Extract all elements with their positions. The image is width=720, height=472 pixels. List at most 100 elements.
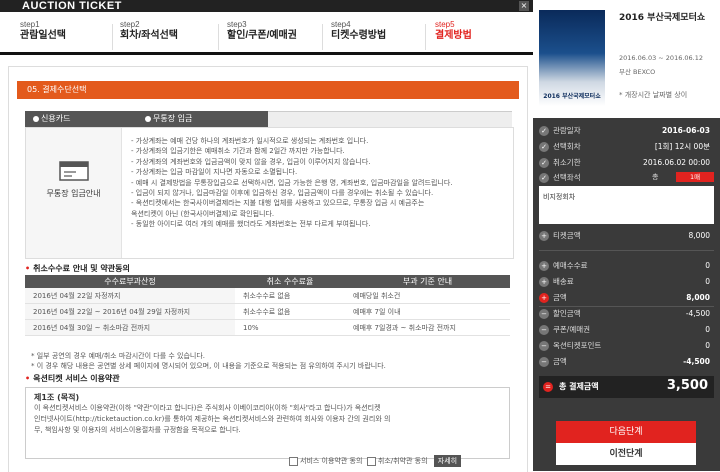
terms-section-label: 옥션티켓 서비스 이용약관 [33,374,120,383]
service-terms-label: 서비스 이용약관 동의 [300,457,363,465]
minus-icon: − [539,357,549,367]
amount-key: 금액 [553,293,567,302]
table-row: 2016년 04월 30일 ~ 취소마감 전까지 10% 예매후 7일경과 ~ … [25,319,510,336]
next-step-button[interactable]: 다음단계 [556,421,696,443]
fee-notes: * 일부 공연의 경우 예매/취소 마감시간이 다를 수 있습니다. * 이 경… [31,351,511,371]
total-value: 3,500 [666,378,708,393]
fee-cell: 예매후 7일 이내 [345,303,510,320]
bank-transfer-label: 무통장 입금안내 [46,189,101,198]
step-label: 회차/좌석선택 [120,30,178,41]
amount-row-discount: − 할인금액 -4,500 [539,308,714,320]
seat-count-label: 총 [652,173,659,181]
plus-icon: + [539,231,549,241]
payment-method-tabs: 신용카드 무통장 입금 [25,111,268,127]
step-label: 할인/쿠폰/예매권 [227,30,297,41]
summary-value: [1회] 12시 00분 [654,142,710,151]
payment-content: 05. 결제수단선택 신용카드 무통장 입금 무통장 입금안내 - 가상계좌는 … [8,66,528,472]
step-1[interactable]: step1 관람일선택 [20,20,120,42]
amount-value: -4,500 [685,309,710,318]
fee-cell: 예매후 7일경과 ~ 취소마감 전까지 [345,319,510,336]
amount-row-coupon: − 쿠폰/예매권 0 [539,324,714,336]
event-info: 2016 부산국제모터쇼 2016 부산국제모터쇼 2016.06.03 ~ 2… [533,0,720,118]
cancel-terms-checkbox[interactable] [366,456,376,466]
amount-value: 0 [705,341,710,350]
step-label: 티켓수령방법 [331,30,387,41]
section-title: 05. 결제수단선택 [17,81,519,99]
selected-seat-box: 비지정회차 [539,186,714,224]
app-header: AUCTION TICKET × [0,0,533,12]
note-item: - 입금이 되지 않거나, 입금마감일 이후에 입금하신 경우, 입금금액이 다… [131,189,434,198]
radio-bank-transfer[interactable]: 무통장 입금 [145,111,192,127]
terms-section-title: • 옥션티켓 서비스 이용약관 [25,373,120,384]
amount-row-discount-total: − 금액 -4,500 [539,356,714,368]
note-item: - 가상계좌의 입금기한은 예매취소 기간과 함께 2일간 까지만 가능합니다. [131,147,345,156]
terms-heading: 제1조 (목적) [34,393,80,402]
amount-row-shipping: + 배송료 0 [539,276,714,288]
summary-key: 관람일자 [553,126,581,135]
bullet-icon: • [25,374,31,383]
radio-icon [33,115,39,122]
terms-textbox[interactable]: 제1조 (목적) 이 옥션티켓서비스 이용약관(이하 "약관"이라고 합니다)은… [25,387,510,459]
note-item: 옥션티켓이 아닌 (한국사이버결제)로 확인됩니다. [131,209,275,218]
total-label: 총 결제금액 [559,382,599,391]
seat-count-badge: 1매 [676,172,714,182]
note-item: - 가상계좌는 예매 건당 하나의 계좌번호가 일시적으로 생성되는 계좌번호 … [131,137,369,145]
plus-icon: + [539,261,549,271]
step-2[interactable]: step2 회차/좌석선택 [120,20,220,42]
step-label: 관람일선택 [20,30,66,41]
amount-value: -4,500 [683,357,710,366]
amount-row-booking-fee: + 예매수수료 0 [539,260,714,272]
step-number: step2 [120,20,140,29]
step-divider [218,24,219,50]
bank-transfer-notes: - 가상계좌는 예매 건당 하나의 계좌번호가 일시적으로 생성되는 계좌번호 … [131,136,509,230]
step-number: step3 [227,20,247,29]
radio-credit-card[interactable]: 신용카드 [33,111,70,127]
payment-tab-filler [268,111,512,128]
event-date-range: 2016.06.03 ~ 2016.06.12 [619,54,704,62]
fee-cell: 취소수수료 없음 [235,288,345,304]
terms-detail-button[interactable]: 자세히 [433,455,462,467]
fee-header: 부과 기준 안내 [345,275,510,288]
summary-row-cancel-deadline: ✓ 취소기한 2016.06.02 00:00 [539,157,714,169]
note-item: - 가상계좌는 입금 마감일이 지나면 자동으로 소멸됩니다. [131,168,298,177]
service-terms-checkbox[interactable] [289,456,298,466]
radio-label: 신용카드 [41,114,71,123]
fee-section-label: 취소수수료 안내 및 약관동의 [33,264,130,273]
step-divider [425,24,426,50]
terms-line: 이 옥션티켓서비스 이용약관(이하 "약관"이라고 합니다)은 주식회사 이베이… [34,404,381,412]
check-icon: ✓ [539,142,549,152]
summary-key: 선택좌석 [553,173,581,182]
app-logo: AUCTION TICKET [22,0,122,12]
agreement-row: 서비스 이용약관 동의 취소/취약관 동의 자세히 [289,455,462,467]
prev-step-button[interactable]: 이전단계 [556,443,696,465]
step-number: step5 [435,20,455,29]
fee-note-line: * 일부 공연의 경우 예매/취소 마감시간이 다를 수 있습니다. [31,352,206,360]
bank-transfer-info: 무통장 입금안내 - 가상계좌는 예매 건당 하나의 계좌번호가 일시적으로 생… [25,127,514,259]
terms-line: 인터넷사이트(http://ticketauction.co.kr)를 통하여 … [34,415,391,423]
table-row: 2016년 04월 22일 자정까지 취소수수료 없음 예매당일 취소건 [25,288,510,304]
amount-row-ticket: + 티켓금액 8,000 [539,230,714,242]
fee-cell: 취소수수료 없음 [235,303,345,320]
step-5[interactable]: step5 결제방법 [435,20,535,42]
fee-cell: 10% [235,319,345,336]
fee-section-title: • 취소수수료 안내 및 약관동의 [25,263,130,274]
summary-row-session: ✓ 선택회차 [1회] 12시 00분 [539,141,714,153]
summary-value: 2016-06-03 [662,126,710,135]
check-icon: ✓ [539,173,549,183]
fee-header: 수수료부과산정 [25,275,235,288]
check-icon: ✓ [539,158,549,168]
divider [539,250,714,251]
minus-icon: − [539,325,549,335]
summary-key: 선택회차 [553,142,581,151]
step-divider [112,24,113,50]
step-3[interactable]: step3 할인/쿠폰/예매권 [227,20,327,42]
amount-row-points: − 옥션티켓포인트 0 [539,340,714,352]
check-icon: ✓ [539,126,549,136]
table-row: 2016년 04월 22일 ~ 2016년 04월 29일 자정까지 취소수수료… [25,303,510,320]
step-4[interactable]: step4 티켓수령방법 [331,20,431,42]
bullet-icon: • [25,264,31,273]
fee-cell: 2016년 04월 22일 ~ 2016년 04월 29일 자정까지 [25,303,235,320]
fee-cell: 예매당일 취소건 [345,288,510,304]
close-icon[interactable]: × [519,1,529,11]
poster-text: 2016 부산국제모터쇼 [543,93,601,100]
